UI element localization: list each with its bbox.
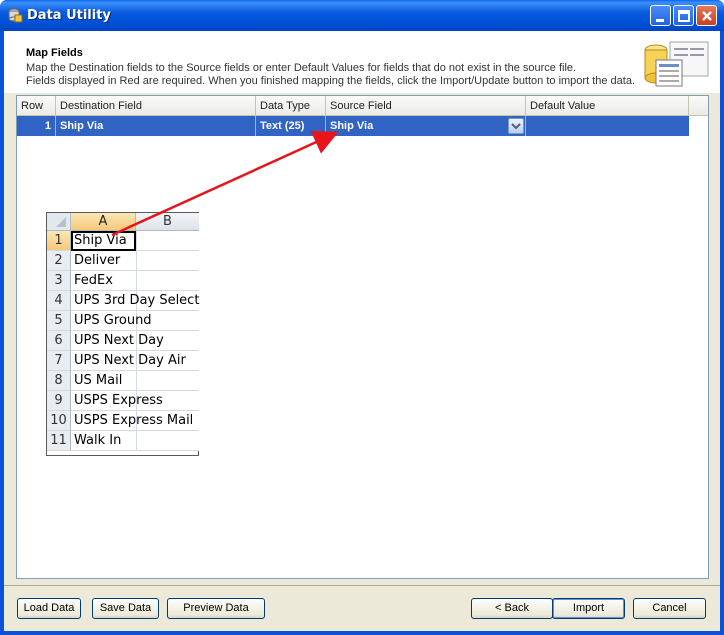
title-bar[interactable]: Data Utility	[0, 0, 724, 31]
data-type-cell: Text (25)	[256, 116, 326, 136]
corner-triangle-icon	[56, 217, 66, 227]
sheet-cell-a: Ship Via	[71, 231, 136, 251]
sheet-row-number: 5	[47, 311, 71, 331]
sheet-row-number: 3	[47, 271, 71, 291]
table-row[interactable]: 1 Ship Via Text (25) Ship Via	[17, 116, 689, 136]
sheet-row-number: 6	[47, 331, 71, 351]
sheet-cell-a: UPS Next Day Air	[71, 351, 186, 371]
col-header-data-type[interactable]: Data Type	[256, 96, 326, 116]
back-button[interactable]: < Back	[471, 598, 553, 619]
footer-divider	[4, 585, 720, 586]
sheet-cell-a: UPS Ground	[71, 311, 152, 331]
sheet-cell-a: Deliver	[71, 251, 136, 271]
sheet-cell-a: Walk In	[71, 431, 136, 451]
default-value-cell[interactable]	[526, 116, 689, 136]
close-button[interactable]	[696, 5, 717, 26]
import-button[interactable]: Import	[552, 598, 625, 619]
close-icon	[702, 11, 712, 21]
load-data-button[interactable]: Load Data	[17, 598, 81, 619]
sheet-row-number: 10	[47, 411, 71, 431]
sheet-row-number: 9	[47, 391, 71, 411]
destination-field-cell[interactable]: Ship Via	[56, 116, 256, 136]
sheet-col-b: B	[136, 213, 199, 231]
chevron-down-icon	[511, 123, 521, 130]
instructions-line-1: Map the Destination fields to the Source…	[26, 62, 577, 74]
cancel-button[interactable]: Cancel	[633, 598, 706, 619]
row-number: 1	[17, 116, 56, 136]
sheet-col-a: A	[71, 213, 136, 231]
sheet-row-number: 11	[47, 431, 71, 451]
col-header-row[interactable]: Row	[17, 96, 56, 116]
app-window: Data Utility Map Fields Map the Destinat…	[0, 0, 724, 635]
window-title: Data Utility	[27, 8, 111, 23]
col-header-source-field[interactable]: Source Field	[326, 96, 526, 116]
save-data-button[interactable]: Save Data	[92, 598, 159, 619]
sheet-cell-a: US Mail	[71, 371, 136, 391]
page-title: Map Fields	[26, 47, 83, 59]
sheet-cell-b	[136, 231, 199, 251]
maximize-icon	[678, 10, 690, 22]
sheet-row-number: 8	[47, 371, 71, 391]
app-icon	[8, 8, 23, 23]
sheet-row-number: 7	[47, 351, 71, 371]
sheet-row-number: 4	[47, 291, 71, 311]
sheet-cell-b	[136, 271, 199, 291]
preview-data-button[interactable]: Preview Data	[167, 598, 265, 619]
sheet-cell-a: FedEx	[71, 271, 136, 291]
grid-header: Row Destination Field Data Type Source F…	[17, 96, 708, 116]
sheet-row-number: 2	[47, 251, 71, 271]
spreadsheet-preview: A B 1 Ship Via 2 Deliver 3 FedEx 4 UPS 3rd Day …	[46, 212, 199, 456]
source-field-dropdown-button[interactable]	[508, 118, 524, 134]
sheet-cell-a: UPS 3rd Day Select	[71, 291, 199, 311]
database-mapping-icon	[644, 41, 709, 87]
col-header-default-value[interactable]: Default Value	[526, 96, 689, 116]
sheet-cell-a: USPS Express	[71, 391, 163, 411]
sheet-cell-b	[136, 371, 199, 391]
field-mapping-grid[interactable]: Row Destination Field Data Type Source F…	[16, 95, 709, 579]
sheet-row-number: 1	[47, 231, 71, 251]
minimize-icon	[656, 19, 664, 22]
dialog-body: Map Fields Map the Destination fields to…	[4, 31, 720, 631]
source-field-dropdown[interactable]: Ship Via	[326, 116, 526, 136]
col-header-destination-field[interactable]: Destination Field	[56, 96, 256, 116]
instructions-line-2: Fields displayed in Red are required. Wh…	[26, 75, 636, 87]
source-field-value: Ship Via	[330, 120, 374, 132]
sheet-cell-b	[136, 431, 199, 451]
select-all-corner	[47, 213, 71, 231]
wizard-header: Map Fields Map the Destination fields to…	[4, 31, 720, 93]
maximize-button[interactable]	[673, 5, 694, 26]
sheet-cell-a: USPS Express Mail	[71, 411, 193, 431]
minimize-button[interactable]	[650, 5, 671, 26]
sheet-cell-a: UPS Next Day	[71, 331, 164, 351]
sheet-cell-b	[136, 251, 199, 271]
